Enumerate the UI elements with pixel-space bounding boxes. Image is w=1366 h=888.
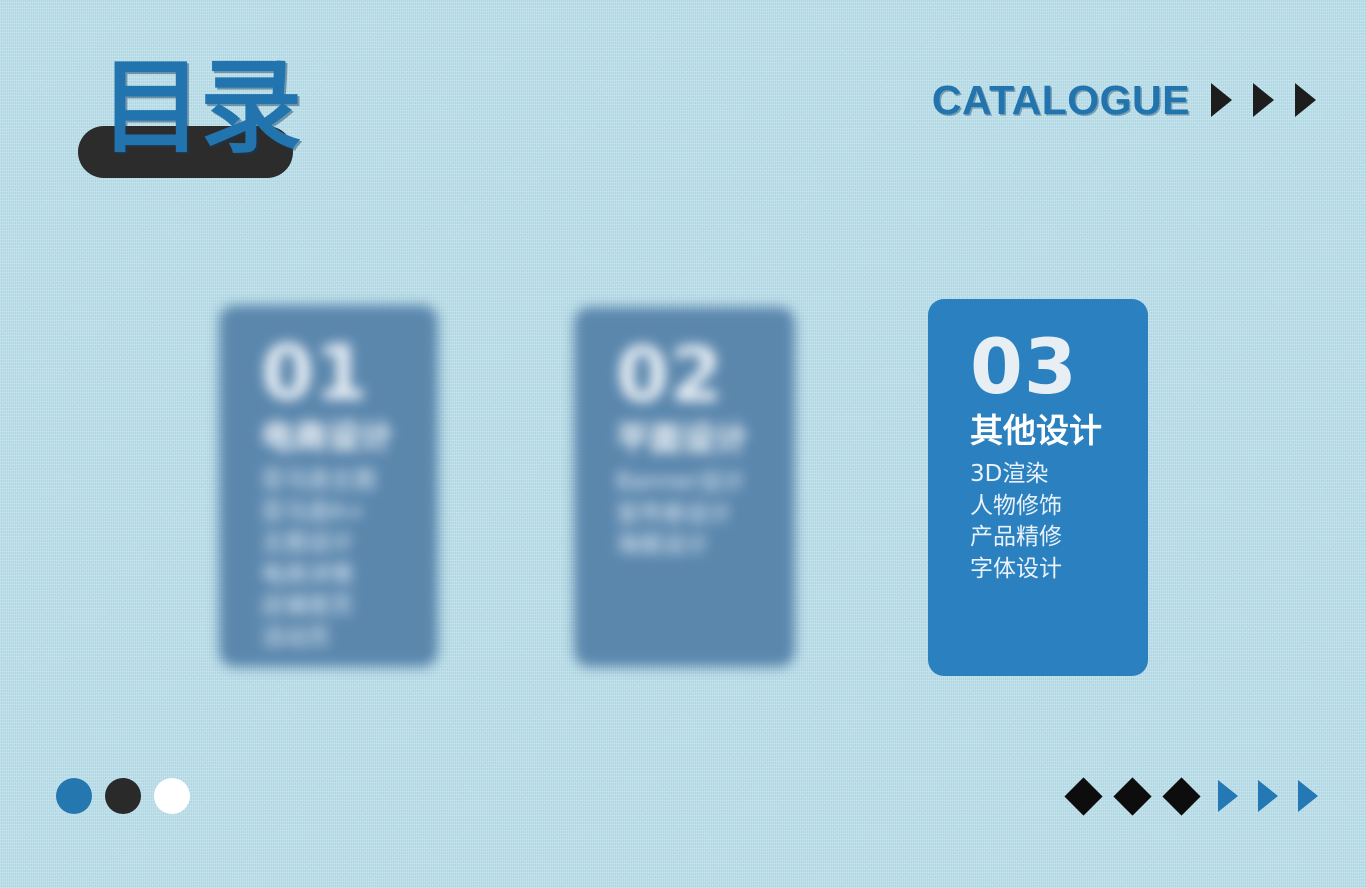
page-title: 目录 — [100, 49, 302, 168]
triangle-right-icon — [1218, 780, 1238, 812]
card-number: 02 — [616, 330, 724, 419]
card-heading: 其他设计 — [970, 411, 1102, 450]
triangle-right-icon — [1258, 780, 1278, 812]
card-content: 01 电商设计 亚马逊主图 亚马逊A+ 主图设计 电商详情 店铺首页 活动页 — [219, 305, 438, 667]
catalogue-label-group: CATALOGUE — [932, 76, 1316, 124]
page-title-group: 目录 — [78, 58, 378, 183]
list-item[interactable]: 电商详情 — [261, 560, 438, 592]
dot-dark-icon — [105, 778, 141, 814]
list-item[interactable]: 亚马逊A+ — [261, 497, 438, 529]
catalog-card-03[interactable]: 03 其他设计 3D渲染 人物修饰 产品精修 字体设计 — [928, 299, 1148, 676]
list-item[interactable]: 产品精修 — [970, 522, 1148, 554]
list-item[interactable]: Banner设计 — [616, 467, 795, 499]
card-number: 01 — [261, 328, 369, 417]
list-item[interactable]: 宣传册设计 — [616, 499, 795, 531]
card-content: 03 其他设计 3D渲染 人物修饰 产品精修 字体设计 — [928, 299, 1148, 676]
card-heading: 电商设计 — [261, 417, 393, 456]
list-item[interactable]: 3D渲染 — [970, 459, 1148, 491]
slide-canvas: 目录 CATALOGUE 01 电商设计 亚马逊主图 亚马逊A+ 主图设计 电商… — [0, 0, 1366, 888]
card-number: 03 — [970, 322, 1078, 411]
footer-dot-group — [56, 778, 190, 814]
list-item[interactable]: 店铺首页 — [261, 591, 438, 623]
catalog-card-02[interactable]: 02 平面设计 Banner设计 宣传册设计 海报设计 — [574, 307, 795, 667]
list-item[interactable]: 人物修饰 — [970, 491, 1148, 523]
list-item[interactable]: 活动页 — [261, 623, 438, 655]
catalog-card-01[interactable]: 01 电商设计 亚马逊主图 亚马逊A+ 主图设计 电商详情 店铺首页 活动页 — [219, 305, 438, 667]
diamond-icon — [1113, 776, 1152, 816]
triangle-right-icon — [1298, 780, 1318, 812]
dot-blue-icon — [56, 778, 92, 814]
list-item[interactable]: 主图设计 — [261, 528, 438, 560]
triangle-right-icon — [1295, 83, 1316, 117]
card-item-list: 亚马逊主图 亚马逊A+ 主图设计 电商详情 店铺首页 活动页 — [261, 465, 438, 654]
catalogue-label: CATALOGUE — [931, 77, 1190, 123]
diamond-icon — [1162, 776, 1201, 816]
dot-white-icon — [154, 778, 190, 814]
list-item[interactable]: 字体设计 — [970, 554, 1148, 586]
card-item-list: Banner设计 宣传册设计 海报设计 — [616, 467, 795, 562]
triangle-right-icon — [1253, 83, 1274, 117]
triangle-right-icon — [1211, 83, 1232, 117]
card-content: 02 平面设计 Banner设计 宣传册设计 海报设计 — [574, 307, 795, 667]
list-item[interactable]: 亚马逊主图 — [261, 465, 438, 497]
card-item-list: 3D渲染 人物修饰 产品精修 字体设计 — [970, 459, 1148, 585]
diamond-icon — [1064, 776, 1103, 816]
footer-shape-group — [1064, 776, 1318, 816]
list-item[interactable]: 海报设计 — [616, 530, 795, 562]
card-heading: 平面设计 — [616, 419, 748, 458]
